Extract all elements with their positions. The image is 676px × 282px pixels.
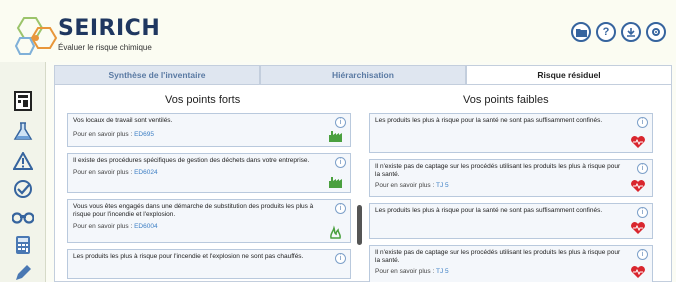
heart-icon (631, 266, 645, 278)
strength-card: Vous vous êtes engagés dans une démarche… (67, 199, 351, 243)
sidebar (0, 62, 46, 282)
strengths-title: Vos points forts (165, 94, 241, 106)
more-label: Pour en savoir plus : (375, 182, 435, 189)
weaknesses-list: Les produits les plus à risque pour la s… (369, 113, 653, 282)
calculator-icon[interactable] (12, 234, 34, 256)
info-icon[interactable]: i (637, 249, 648, 260)
ref-link[interactable]: ED6004 (134, 223, 158, 230)
info-icon[interactable]: i (637, 117, 648, 128)
strength-card: Les produits les plus à risque pour l'in… (67, 249, 351, 279)
download-icon[interactable] (621, 22, 641, 42)
info-icon[interactable]: i (335, 203, 346, 214)
tab-synthese[interactable]: Synthèse de l'inventaire (54, 65, 260, 84)
tab-hierarchisation[interactable]: Hiérarchisation (260, 65, 466, 84)
info-icon[interactable]: i (637, 163, 648, 174)
weakness-card: Il n'existe pas de captage sur les procé… (369, 159, 653, 197)
strength-card: Il existe des procédures spécifiques de … (67, 153, 351, 193)
help-icon[interactable]: ? (596, 22, 616, 42)
factory-icon (329, 177, 342, 188)
weaknesses-title: Vos points faibles (463, 94, 549, 106)
heart-icon (631, 136, 645, 148)
more-label: Pour en savoir plus : (375, 268, 435, 275)
strength-text: Vos locaux de travail sont ventilés. (73, 117, 173, 124)
info-icon[interactable]: i (335, 157, 346, 168)
heart-icon (631, 180, 645, 192)
strength-card: Vos locaux de travail sont ventilés. Pou… (67, 113, 351, 147)
tagline: Évaluer le risque chimique (58, 43, 152, 52)
brand-name: SEIRICH (58, 16, 161, 41)
tab-risque-residuel[interactable]: Risque résiduel (466, 65, 672, 84)
strength-text: Les produits les plus à risque pour l'in… (73, 253, 304, 260)
strengths-list: Vos locaux de travail sont ventilés. Pou… (67, 113, 351, 282)
factory-icon (329, 131, 342, 142)
weakness-card: Il n'existe pas de captage sur les procé… (369, 245, 653, 282)
folder-icon[interactable] (571, 22, 591, 42)
fire-icon (330, 225, 341, 239)
strength-text: Il existe des procédures spécifiques de … (73, 157, 310, 164)
check-icon[interactable] (12, 178, 34, 200)
ref-link[interactable]: TJ 5 (436, 268, 449, 275)
inventory-icon[interactable] (12, 90, 34, 112)
weakness-card: Les produits les plus à risque pour la s… (369, 203, 653, 239)
edit-icon[interactable] (12, 262, 34, 282)
info-icon[interactable]: i (335, 117, 346, 128)
ref-link[interactable]: ED695 (134, 131, 154, 138)
ref-link[interactable]: TJ 5 (436, 182, 449, 189)
settings-icon[interactable] (646, 22, 666, 42)
weakness-text: Il n'existe pas de captage sur les procé… (375, 249, 621, 264)
tab-bar: Synthèse de l'inventaire Hiérarchisation… (54, 65, 672, 84)
warning-icon[interactable] (12, 150, 34, 172)
main-panel: Vos points forts Vos points faibles Vos … (54, 84, 672, 282)
binoculars-icon[interactable] (12, 206, 34, 228)
scrollbar[interactable] (357, 205, 362, 245)
weakness-text: Il n'existe pas de captage sur les procé… (375, 163, 621, 178)
flask-icon[interactable] (12, 120, 34, 142)
info-icon[interactable]: i (637, 207, 648, 218)
strength-text: Vous vous êtes engagés dans une démarche… (73, 203, 314, 218)
weakness-text: Les produits les plus à risque pour la s… (375, 207, 603, 214)
weakness-card: Les produits les plus à risque pour la s… (369, 113, 653, 153)
more-label: Pour en savoir plus : (73, 169, 133, 176)
info-icon[interactable]: i (335, 253, 346, 264)
ref-link[interactable]: ED6024 (134, 169, 158, 176)
weakness-text: Les produits les plus à risque pour la s… (375, 117, 603, 124)
header: SEIRICH Évaluer le risque chimique ? (0, 0, 676, 62)
heart-icon (631, 222, 645, 234)
app-window: SEIRICH Évaluer le risque chimique ? Syn… (0, 0, 676, 282)
more-label: Pour en savoir plus : (73, 223, 133, 230)
more-label: Pour en savoir plus : (73, 131, 133, 138)
